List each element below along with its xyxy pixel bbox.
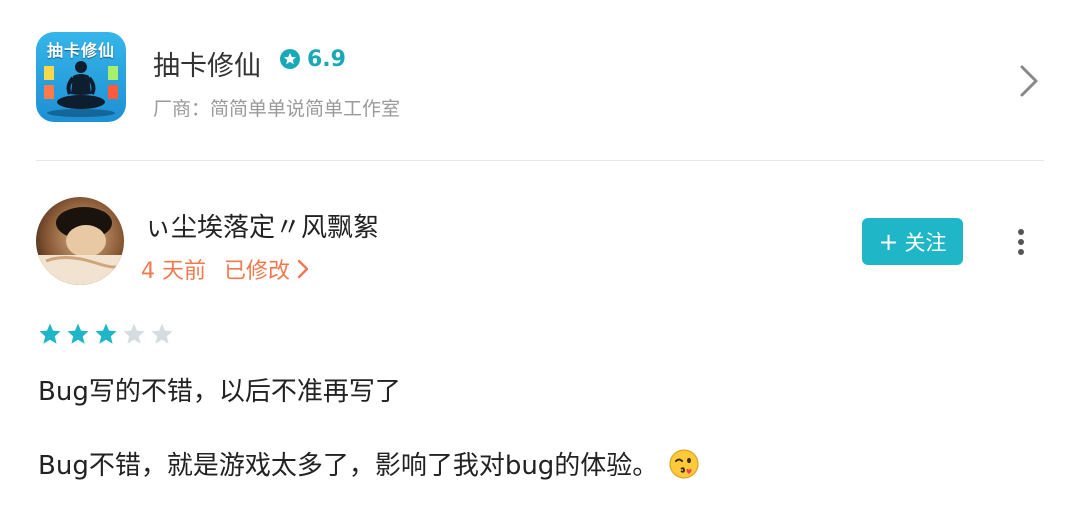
review-text-line2-wrap: Bug不错，就是游戏太多了，影响了我对bug的体验。 [38, 445, 700, 482]
follow-button[interactable]: + 关注 [862, 218, 963, 265]
star-rating [38, 322, 178, 346]
username[interactable]: ぃ尘埃落定〃风飘絮 [145, 207, 379, 244]
plus-icon: + [878, 227, 899, 256]
app-icon[interactable]: 抽卡修仙 [36, 32, 126, 122]
review-meta: 4 天前 已修改 [141, 253, 310, 285]
star-filled-icon [95, 323, 117, 344]
review-text-line1: Bug写的不错，以后不准再写了 [38, 377, 401, 407]
divider [36, 160, 1044, 161]
rating-value: 6.9 [307, 47, 346, 72]
app-header-row[interactable]: 抽卡修仙 抽卡修仙 6.9 厂商：简简单单说简单工作室 [36, 32, 1044, 126]
star-empty-icon [123, 323, 145, 344]
follow-label: 关注 [904, 230, 947, 255]
app-icon-title: 抽卡修仙 [46, 41, 115, 60]
chevron-right-icon[interactable] [1016, 64, 1044, 98]
star-empty-icon [151, 323, 173, 344]
star-filled-icon [67, 323, 89, 344]
edited-link[interactable]: 已修改 [224, 253, 290, 285]
wink-kiss-emoji-icon [669, 449, 699, 478]
developer-line: 厂商：简简单单说简单工作室 [153, 98, 401, 120]
star-filled-icon [39, 323, 61, 344]
chevron-right-small-icon[interactable] [296, 258, 310, 280]
rating-badge-icon [280, 49, 300, 69]
user-photo-icon [36, 197, 124, 285]
app-name[interactable]: 抽卡修仙 [153, 44, 261, 83]
avatar[interactable] [36, 197, 124, 285]
more-vertical-icon[interactable] [1013, 228, 1029, 258]
review-time: 4 天前 [141, 259, 206, 284]
review-text-line2: Bug不错，就是游戏太多了，影响了我对bug的体验。 [38, 451, 659, 481]
review-card: 抽卡修仙 抽卡修仙 6.9 厂商：简简单单说简单工作室 ぃ尘埃落定〃风飘絮 4 … [0, 0, 1080, 517]
